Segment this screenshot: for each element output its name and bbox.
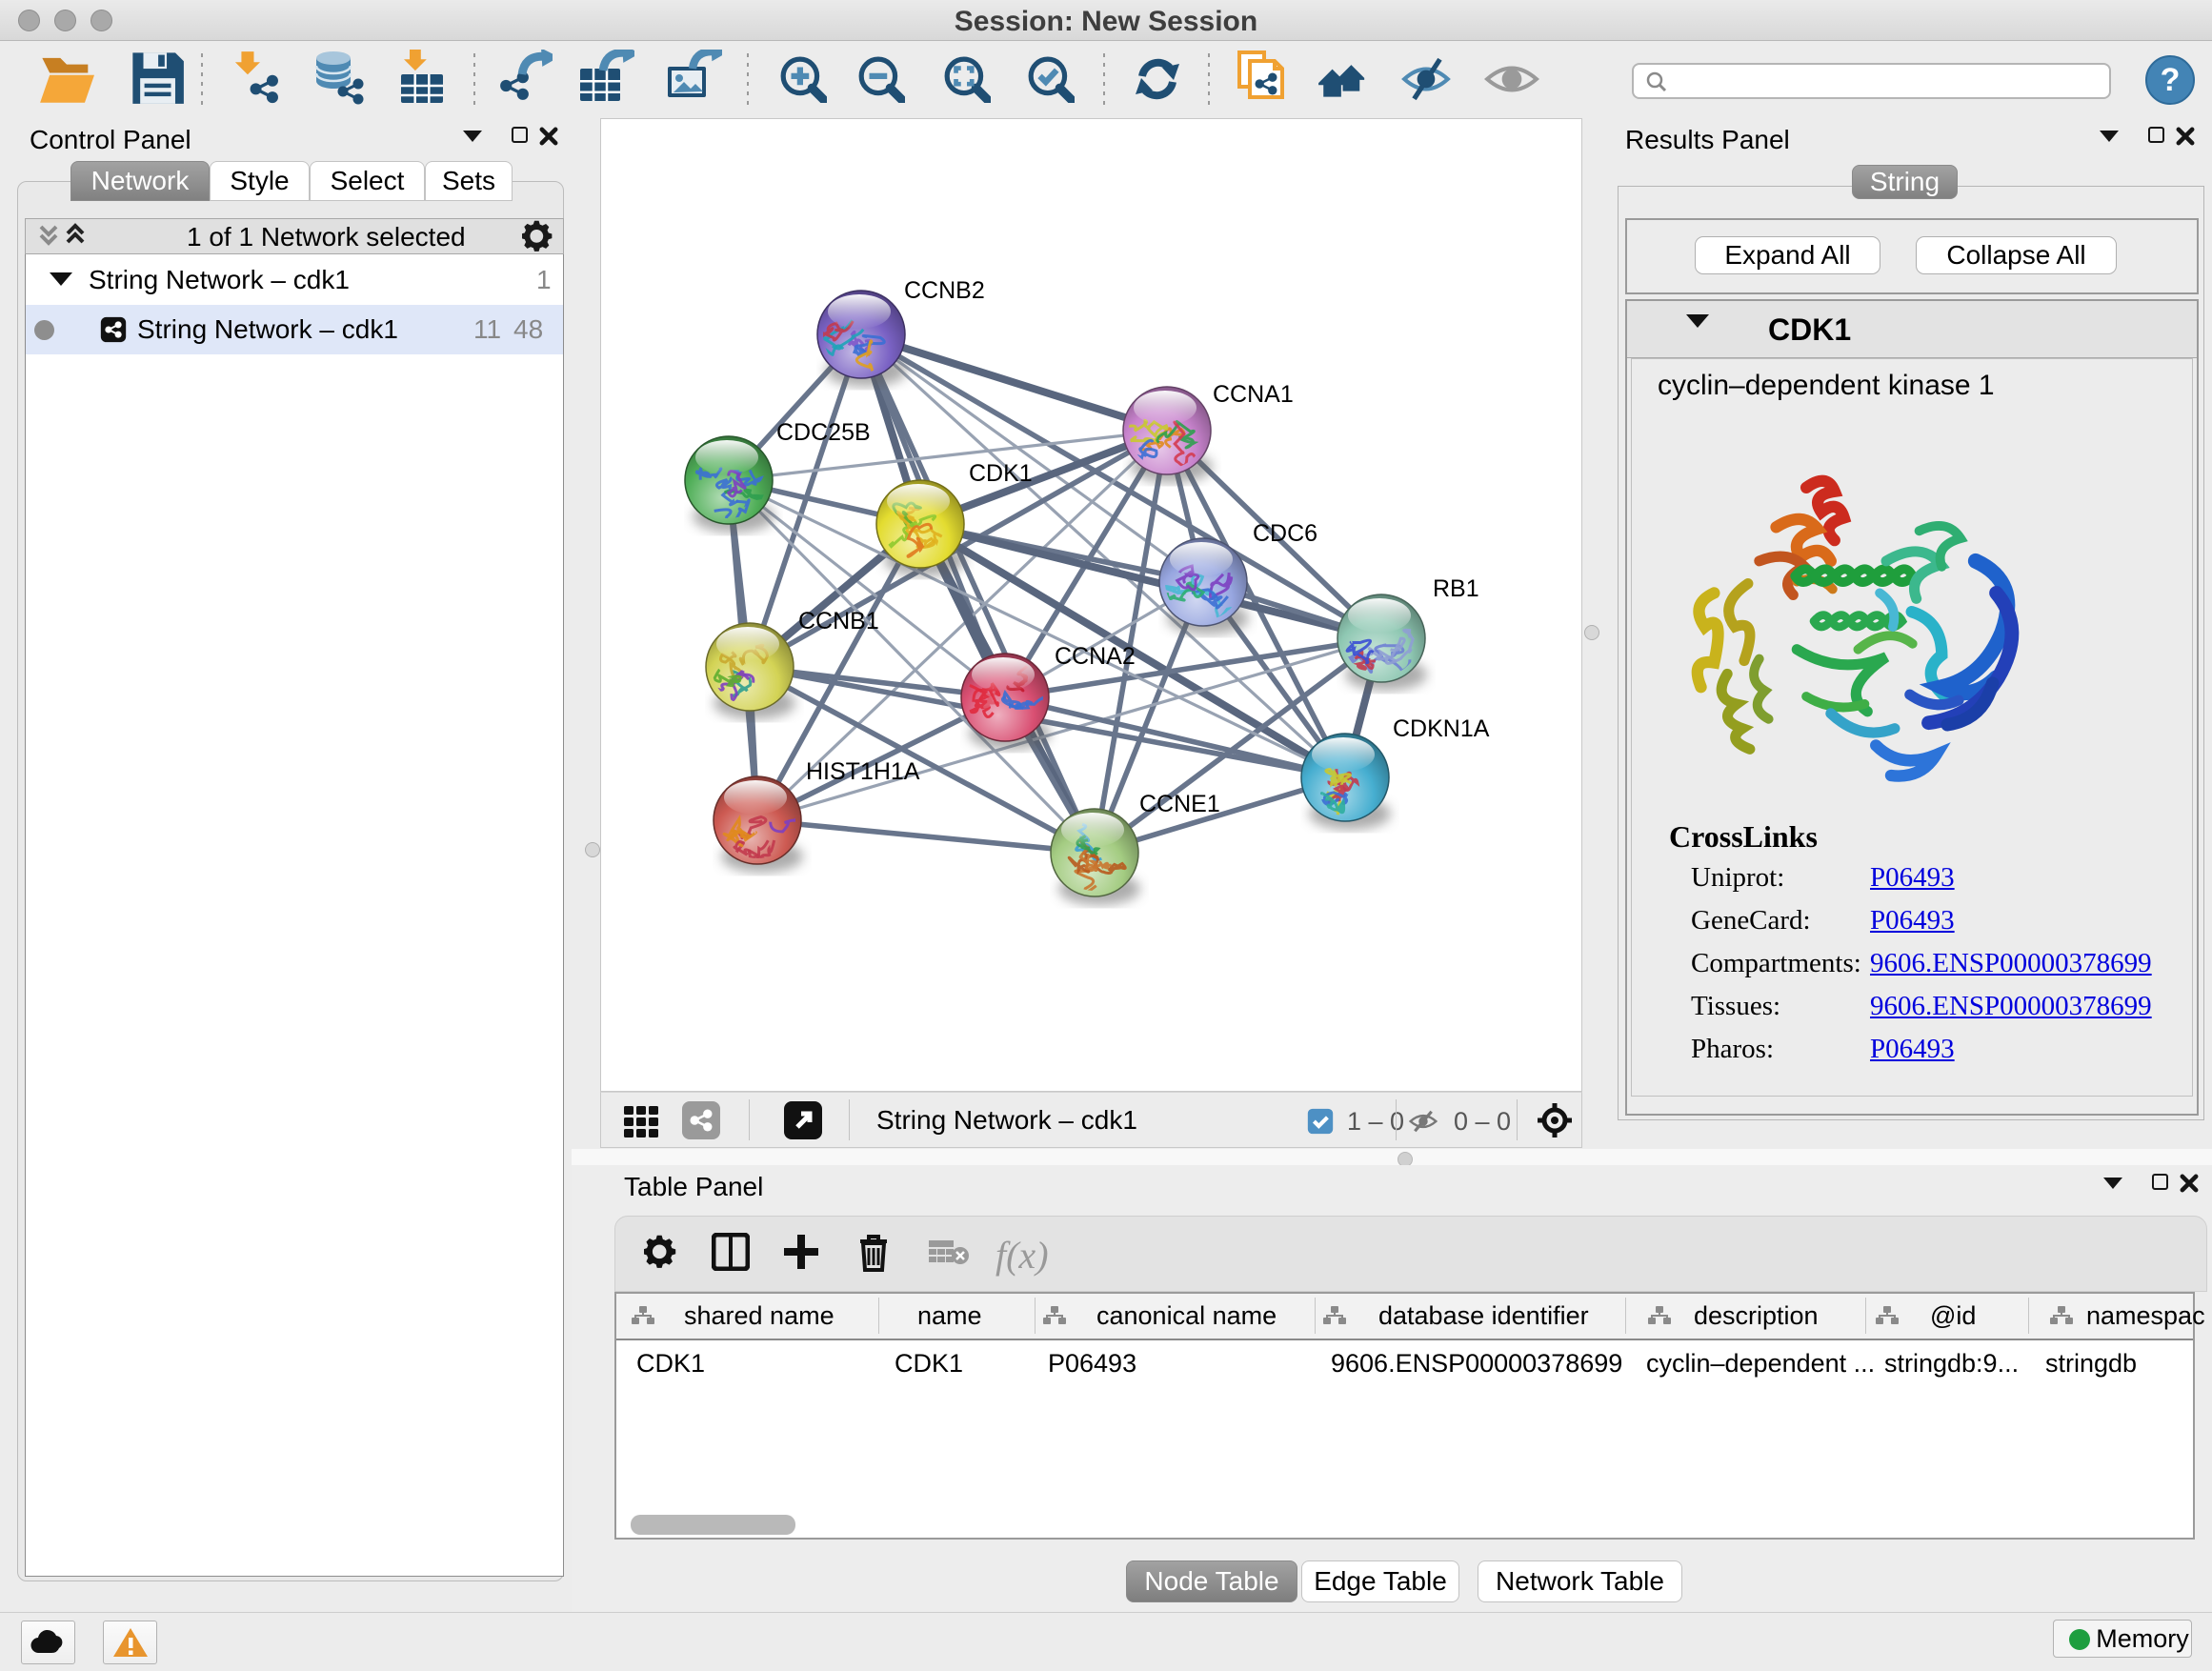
svg-text:CDK1: CDK1 — [969, 460, 1033, 487]
svg-text:RB1: RB1 — [1433, 575, 1479, 602]
svg-text:CDC25B: CDC25B — [776, 419, 871, 446]
svg-text:HIST1H1A: HIST1H1A — [806, 758, 920, 785]
svg-text:CCNB2: CCNB2 — [904, 277, 985, 304]
svg-text:CCNA1: CCNA1 — [1213, 381, 1294, 408]
svg-text:CCNE1: CCNE1 — [1139, 791, 1220, 817]
svg-text:CCNB1: CCNB1 — [798, 608, 879, 634]
svg-text:CCNA2: CCNA2 — [1055, 643, 1136, 670]
svg-text:?: ? — [2161, 62, 2181, 98]
svg-text:CDKN1A: CDKN1A — [1393, 715, 1490, 742]
svg-text:CDC6: CDC6 — [1253, 520, 1317, 547]
